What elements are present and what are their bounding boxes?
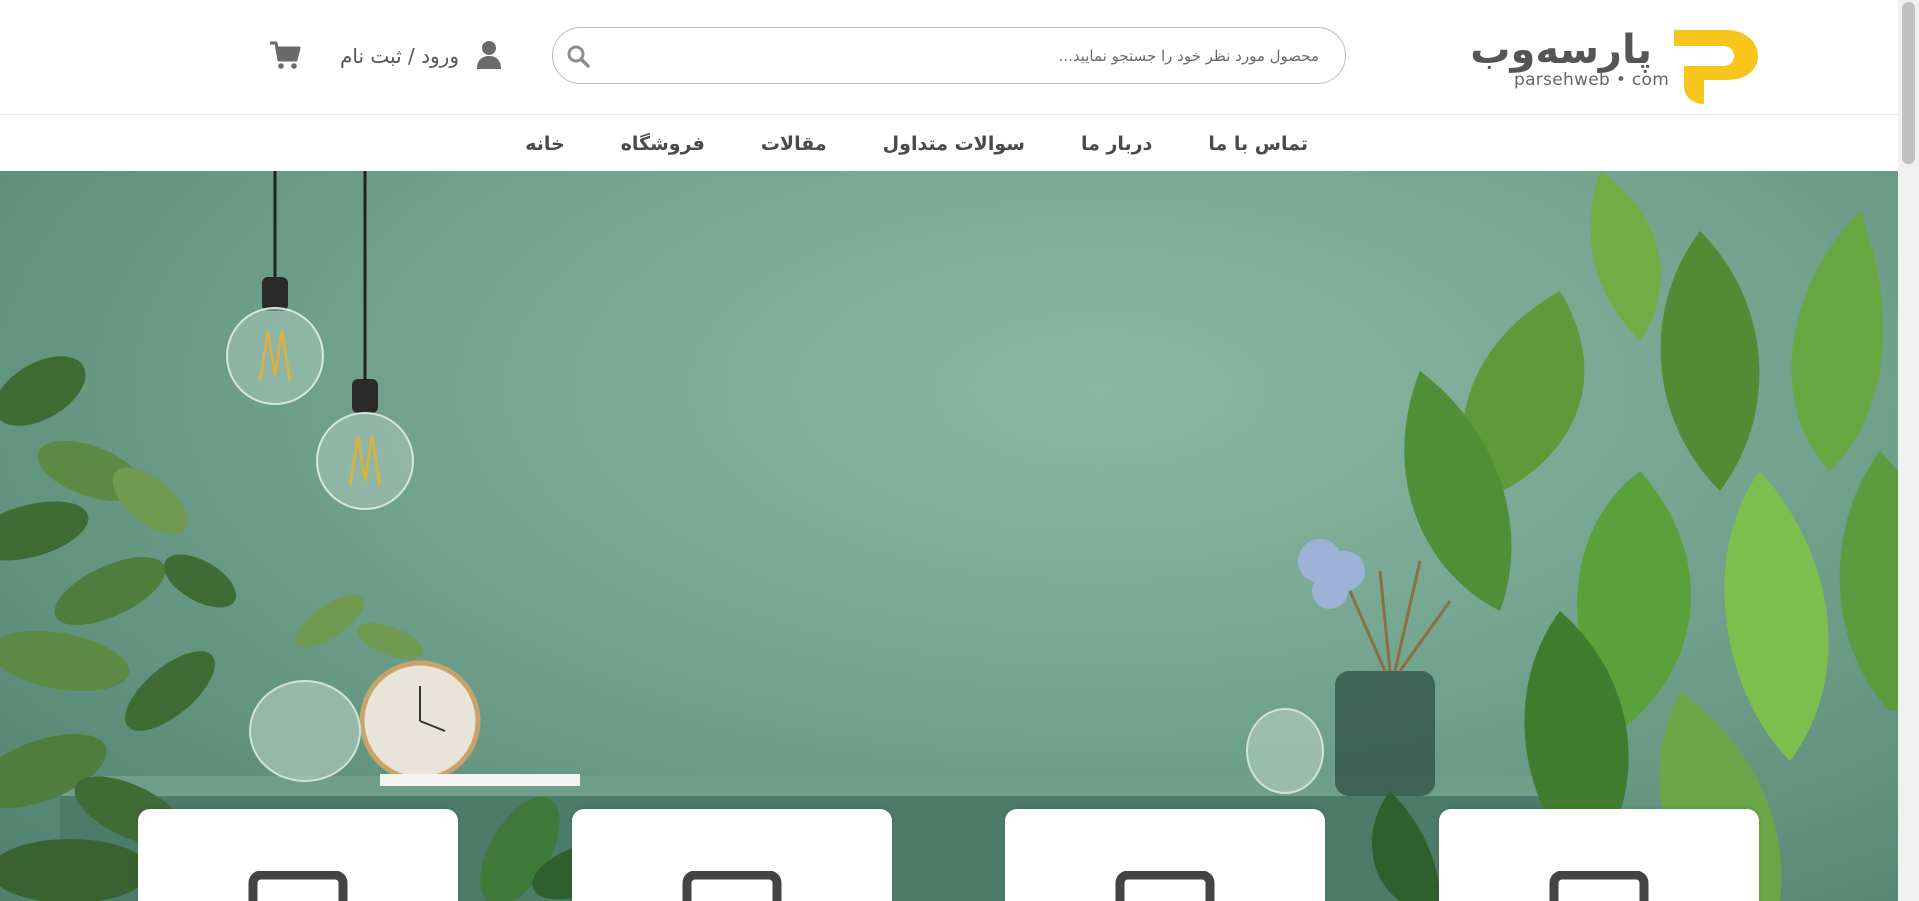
logo-text: پارسه‌وب — [1470, 27, 1652, 73]
main-nav: خانه فروشگاه مقالات سوالات متداول دربار … — [0, 116, 1898, 171]
feature-card[interactable] — [572, 809, 892, 901]
card-icon — [682, 871, 782, 901]
nav-item-articles[interactable]: مقالات — [761, 133, 827, 155]
nav-menu: خانه فروشگاه مقالات سوالات متداول دربار … — [525, 116, 1308, 171]
page-scrollbar[interactable] — [1898, 0, 1919, 901]
card-icon — [1549, 871, 1649, 901]
search-input[interactable] — [603, 38, 1319, 74]
search-icon[interactable] — [565, 43, 591, 69]
hero-illustration — [0, 171, 1898, 901]
lamp-icon — [226, 171, 414, 510]
site-header: پارسه‌وب parsehweb • com ورود / ثبت نام — [0, 0, 1898, 115]
hero-banner — [0, 171, 1898, 901]
scrollbar-thumb[interactable] — [1902, 2, 1915, 164]
user-icon[interactable] — [476, 40, 502, 70]
card-icon — [1115, 871, 1215, 901]
feature-card[interactable] — [1439, 809, 1759, 901]
cart-icon[interactable] — [269, 40, 301, 70]
login-link[interactable]: ورود / ثبت نام — [340, 36, 459, 76]
nav-item-home[interactable]: خانه — [525, 133, 564, 155]
card-icon — [248, 871, 348, 901]
nav-item-about[interactable]: دربار ما — [1081, 133, 1152, 155]
logo-domain: parsehweb • com — [1514, 70, 1670, 90]
login-label: ورود / ثبت نام — [340, 44, 459, 68]
feature-card[interactable] — [138, 809, 458, 901]
nav-item-faq[interactable]: سوالات متداول — [883, 133, 1025, 155]
site-logo[interactable]: پارسه‌وب parsehweb • com — [1470, 26, 1760, 106]
logo-mark-icon — [1674, 30, 1758, 104]
feature-card[interactable] — [1005, 809, 1325, 901]
search-box[interactable] — [552, 27, 1346, 84]
nav-item-contact[interactable]: تماس با ما — [1208, 133, 1308, 155]
nav-item-shop[interactable]: فروشگاه — [621, 133, 705, 155]
